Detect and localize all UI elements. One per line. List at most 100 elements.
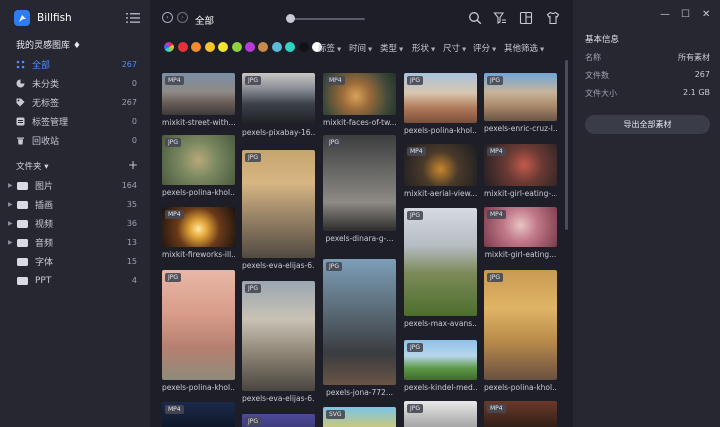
asset-thumbnail[interactable]: JPG [404, 208, 477, 316]
asset-thumbnail[interactable]: JPG [484, 270, 557, 380]
asset-thumbnail[interactable]: JPG [484, 73, 557, 121]
back-icon[interactable]: ‹ [162, 12, 173, 23]
folder-item-fonts[interactable]: ▶ 字体 15 [0, 252, 150, 271]
folder-icon [17, 238, 28, 247]
file-type-badge: JPG [407, 343, 424, 352]
color-swatch[interactable] [271, 42, 282, 52]
shirt-icon[interactable] [546, 11, 560, 25]
asset-thumbnail[interactable]: MP4 [484, 207, 557, 247]
color-swatch[interactable] [298, 42, 309, 52]
grid-scrollbar[interactable] [565, 60, 568, 230]
color-swatch[interactable] [245, 42, 255, 52]
asset-filename: mixkit-aerial-view... [404, 189, 477, 198]
asset-filename: mixkit-fireworks-ill... [162, 250, 235, 259]
asset-thumbnail[interactable]: MP4 [404, 144, 477, 186]
asset-thumbnail[interactable]: JPG [404, 340, 477, 380]
asset-thumbnail[interactable]: JPG [404, 73, 477, 123]
sidebar-item-untagged[interactable]: 无标签 267 [0, 93, 150, 112]
asset-thumbnail[interactable]: SVG [323, 407, 396, 427]
menu-icon[interactable] [126, 12, 140, 24]
sidebar-item-label: 全部 [32, 61, 51, 71]
asset-thumbnail[interactable]: JPG [162, 270, 235, 380]
expand-caret-icon[interactable]: ▶ [8, 201, 14, 208]
close-icon[interactable]: ✕ [702, 9, 710, 20]
asset-thumbnail[interactable]: JPG [242, 150, 315, 258]
sidebar-item-label: 标签管理 [32, 118, 69, 128]
sidebar-item-count: 0 [131, 117, 137, 126]
library-selector[interactable]: 我的灵感图库 ♦ [16, 38, 81, 51]
asset-thumbnail[interactable]: MP4 [162, 207, 235, 247]
asset-thumbnail[interactable]: JPG [404, 401, 477, 427]
asset-filename: pexels-eva-elijas-6... [242, 261, 315, 270]
sidebar-item-label: 无标签 [32, 99, 60, 109]
color-swatch[interactable] [231, 42, 242, 52]
folder-icon [17, 276, 28, 285]
filter-type[interactable]: 类型 ▼ [380, 42, 403, 54]
expand-caret-icon[interactable]: ▶ [8, 220, 14, 227]
forward-icon[interactable]: › [177, 12, 188, 23]
grid-dots-icon [16, 60, 25, 69]
color-swatch[interactable] [191, 42, 202, 52]
asset-thumbnail[interactable]: JPG [242, 414, 315, 427]
filter-time[interactable]: 时间 ▼ [349, 42, 372, 54]
color-swatch[interactable] [258, 42, 269, 52]
folder-label: 字体 [35, 258, 54, 268]
asset-thumbnail[interactable]: JPG [242, 281, 315, 391]
asset-thumbnail[interactable]: JPG [323, 259, 396, 385]
sidebar: Billfish 我的灵感图库 ♦ 全部 267 未分类 0 无标签 267 标… [0, 0, 150, 427]
filter-tag[interactable]: 标签 ▼ [318, 42, 341, 54]
zoom-slider-track[interactable] [290, 18, 365, 20]
info-label: 文件大小 [585, 89, 617, 98]
folders-header[interactable]: 文件夹 ▾ [16, 160, 48, 172]
asset-thumbnail[interactable]: MP4 [162, 73, 235, 115]
filter-icon[interactable] [493, 11, 507, 25]
asset-thumbnail[interactable]: MP4 [484, 144, 557, 186]
folder-item-illustrations[interactable]: ▶ 插画 35 [0, 195, 150, 214]
color-swatch[interactable] [178, 42, 188, 52]
file-type-badge: JPG [407, 211, 424, 220]
filter-shape[interactable]: 形状 ▼ [412, 42, 435, 54]
asset-thumbnail[interactable]: MP4 [323, 73, 396, 115]
folder-item-images[interactable]: ▶ 图片 164 [0, 176, 150, 195]
asset-thumbnail[interactable]: MP4 [484, 401, 557, 427]
file-type-badge: MP4 [407, 147, 426, 156]
asset-thumbnail[interactable]: JPG [242, 73, 315, 125]
asset-thumbnail[interactable]: MP4 [162, 402, 235, 427]
maximize-icon[interactable]: ☐ [681, 9, 690, 20]
asset-thumbnail[interactable]: JPG [162, 135, 235, 185]
breadcrumb: 全部 [195, 16, 215, 27]
folder-item-ppt[interactable]: ▶ PPT 4 [0, 271, 150, 290]
sidebar-item-trash[interactable]: 回收站 0 [0, 131, 150, 150]
folder-label: PPT [35, 275, 52, 286]
sidebar-item-all[interactable]: 全部 267 [0, 55, 150, 74]
add-folder-button[interactable]: + [128, 158, 138, 172]
zoom-slider-handle[interactable] [286, 14, 295, 23]
info-value: 所有素材 [678, 53, 710, 62]
asset-filename: pexels-enric-cruz-l... [484, 124, 557, 133]
sidebar-item-tag-manage[interactable]: 标签管理 0 [0, 112, 150, 131]
color-wheel-icon[interactable] [164, 42, 174, 52]
color-swatch[interactable] [218, 42, 229, 52]
sidebar-item-uncategorized[interactable]: 未分类 0 [0, 74, 150, 93]
folder-icon [17, 257, 28, 266]
file-type-badge: MP4 [487, 210, 506, 219]
expand-caret-icon[interactable]: ▶ [8, 182, 14, 189]
file-type-badge: MP4 [326, 76, 345, 85]
asset-thumbnail[interactable]: JPG [323, 135, 396, 231]
expand-caret-icon[interactable]: ▶ [8, 239, 14, 246]
filter-other[interactable]: 其他筛选 ▼ [504, 42, 544, 54]
search-icon[interactable] [468, 11, 482, 25]
color-swatch[interactable] [285, 42, 296, 52]
asset-filename: pexels-dinara-g-... [325, 234, 394, 243]
filter-rating[interactable]: 评分 ▼ [473, 42, 496, 54]
info-value: 267 [694, 70, 710, 79]
info-value: 2.1 GB [683, 88, 710, 97]
minimize-icon[interactable]: — [660, 9, 670, 20]
color-swatch[interactable] [204, 42, 215, 52]
layout-icon[interactable] [519, 11, 533, 25]
export-all-button[interactable]: 导出全部素材 [585, 115, 710, 134]
filter-size[interactable]: 尺寸 ▼ [443, 42, 466, 54]
folder-icon [17, 219, 28, 228]
folder-item-videos[interactable]: ▶ 视频 36 [0, 214, 150, 233]
folder-item-audio[interactable]: ▶ 音频 13 [0, 233, 150, 252]
